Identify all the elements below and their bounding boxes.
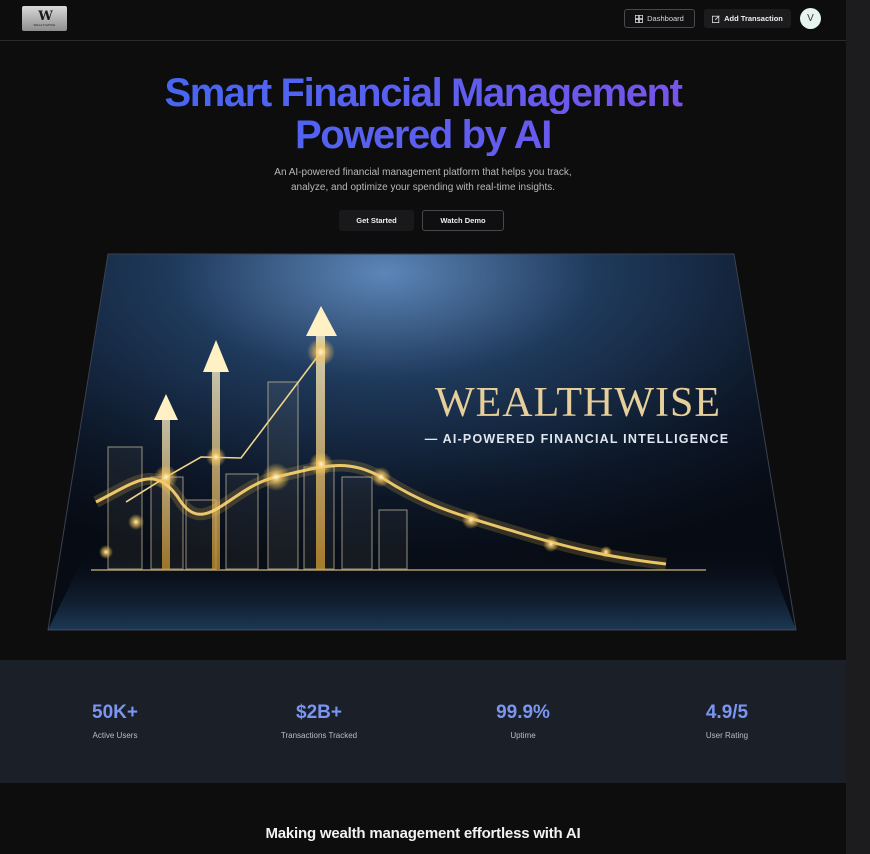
hero-banner-image: WEALTHWISE — AI-POWERED FINANCIAL INTELL… bbox=[47, 253, 797, 631]
page: W WEALTHWISE Dashboard Add Transaction V… bbox=[0, 0, 846, 854]
section-heading: Making wealth management effortless with… bbox=[265, 825, 581, 842]
stat-user-rating: 4.9/5 User Rating bbox=[627, 702, 827, 740]
logo-mark: W bbox=[38, 9, 53, 24]
dashboard-icon bbox=[635, 14, 644, 23]
add-transaction-button[interactable]: Add Transaction bbox=[704, 9, 791, 28]
scrollbar-track[interactable] bbox=[846, 0, 870, 854]
stat-label: Transactions Tracked bbox=[280, 731, 358, 740]
stat-value: 4.9/5 bbox=[705, 702, 749, 723]
hero-subtitle-line1: An AI-powered financial management platf… bbox=[274, 167, 572, 178]
stat-active-users: 50K+ Active Users bbox=[15, 702, 215, 740]
top-navbar: W WEALTHWISE Dashboard Add Transaction V bbox=[0, 0, 846, 41]
watch-demo-button[interactable]: Watch Demo bbox=[422, 210, 504, 231]
dashboard-button-label: Dashboard bbox=[647, 14, 684, 23]
brand-logo[interactable]: W WEALTHWISE bbox=[22, 6, 67, 31]
hero-subtitle-line2: analyze, and optimize your spending with… bbox=[290, 182, 556, 193]
user-avatar[interactable]: V bbox=[800, 8, 821, 29]
banner-tagline: — AI-POWERED FINANCIAL INTELLIGENCE bbox=[425, 432, 730, 446]
pen-square-icon bbox=[712, 14, 720, 23]
hero-subtitle: An AI-powered financial management platf… bbox=[0, 165, 846, 195]
stat-value: 99.9% bbox=[496, 702, 550, 723]
get-started-button[interactable]: Get Started bbox=[339, 210, 414, 231]
hero-title-line1: Smart Financial Management bbox=[0, 72, 846, 114]
stat-value: $2B+ bbox=[296, 702, 342, 723]
stat-value: 50K+ bbox=[92, 702, 138, 723]
stat-label: User Rating bbox=[705, 731, 749, 740]
banner-brand: WEALTHWISE bbox=[435, 380, 721, 426]
hero-title: Smart Financial Management Powered by AI bbox=[0, 72, 846, 156]
add-transaction-label: Add Transaction bbox=[724, 14, 783, 23]
hero-title-line2: Powered by AI bbox=[0, 114, 846, 156]
stat-label: Uptime bbox=[510, 731, 536, 740]
stat-transactions: $2B+ Transactions Tracked bbox=[219, 702, 419, 740]
stat-uptime: 99.9% Uptime bbox=[423, 702, 623, 740]
stats-section: 50K+ Active Users $2B+ Transactions Trac… bbox=[0, 660, 846, 783]
dashboard-button[interactable]: Dashboard bbox=[624, 9, 695, 28]
stat-label: Active Users bbox=[92, 731, 138, 740]
logo-wordmark: WEALTHWISE bbox=[33, 23, 56, 27]
